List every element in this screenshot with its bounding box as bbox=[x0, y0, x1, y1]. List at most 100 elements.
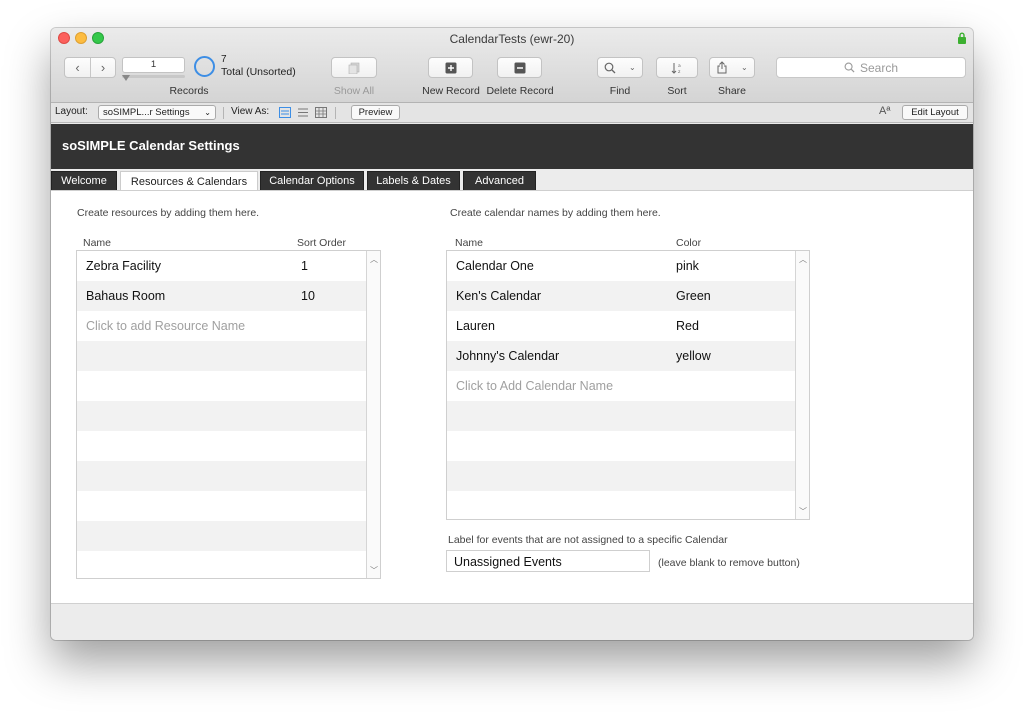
resources-sort-header: Sort Order bbox=[297, 237, 347, 249]
record-slider[interactable] bbox=[122, 75, 185, 78]
calendar-name[interactable]: Johnny's Calendar bbox=[456, 349, 559, 363]
lock-icon[interactable] bbox=[957, 32, 967, 44]
unassigned-label: Label for events that are not assigned t… bbox=[448, 534, 728, 546]
font-size-icon[interactable]: Aª bbox=[879, 105, 890, 117]
calendar-color[interactable]: Red bbox=[676, 319, 699, 333]
list-view-icon[interactable] bbox=[297, 107, 309, 118]
calendar-name[interactable]: Calendar One bbox=[456, 259, 534, 273]
show-all-label: Show All bbox=[333, 85, 375, 97]
empty-row bbox=[77, 461, 366, 491]
show-all-button[interactable] bbox=[331, 57, 377, 78]
empty-row bbox=[447, 461, 795, 491]
record-slider-thumb[interactable] bbox=[122, 75, 130, 81]
total-label: Total (Unsorted) bbox=[221, 66, 296, 78]
empty-row bbox=[447, 431, 795, 461]
layout-select-value: soSIMPL...r Settings bbox=[103, 107, 190, 118]
show-all-icon bbox=[348, 62, 360, 74]
layout-chevron-icon: ⌄ bbox=[204, 108, 211, 117]
svg-text:z: z bbox=[678, 70, 681, 74]
sort-label: Sort bbox=[667, 85, 687, 97]
layout-label: Layout: bbox=[55, 106, 88, 117]
resources-portal: Zebra Facility 1 Bahaus Room 10 Click to… bbox=[76, 250, 381, 579]
find-label: Find bbox=[609, 85, 631, 97]
scroll-up-icon[interactable]: ︿ bbox=[799, 254, 807, 265]
sort-icon: a z bbox=[671, 62, 681, 74]
resources-hint: Create resources by adding them here. bbox=[77, 207, 260, 219]
resource-sort-order[interactable]: 10 bbox=[301, 289, 315, 303]
table-row[interactable]: Johnny's Calendar yellow bbox=[447, 341, 795, 371]
new-record-label: New Record bbox=[422, 85, 480, 97]
calendar-color[interactable]: yellow bbox=[676, 349, 711, 363]
tab-advanced[interactable]: Advanced bbox=[463, 171, 536, 190]
previous-record-button[interactable]: ‹ bbox=[65, 58, 90, 77]
find-button[interactable]: ⌄ bbox=[597, 57, 643, 78]
scroll-down-icon[interactable]: ﹀ bbox=[799, 506, 807, 517]
svg-text:a: a bbox=[678, 64, 681, 69]
edit-layout-button[interactable]: Edit Layout bbox=[902, 105, 968, 120]
table-view-icon[interactable] bbox=[315, 107, 327, 118]
calendar-color[interactable]: pink bbox=[676, 259, 699, 273]
page-title: soSIMPLE Calendar Settings bbox=[62, 138, 240, 153]
layout-select[interactable]: soSIMPL...r Settings ⌄ bbox=[98, 105, 216, 120]
tab-welcome[interactable]: Welcome bbox=[51, 171, 117, 190]
resource-sort-order[interactable]: 1 bbox=[301, 259, 308, 273]
total-count: 7 bbox=[221, 54, 227, 65]
find-menu-chevron-icon[interactable]: ⌄ bbox=[629, 63, 636, 72]
add-calendar-placeholder[interactable]: Click to Add Calendar Name bbox=[456, 379, 613, 393]
share-button[interactable]: ⌄ bbox=[709, 57, 755, 78]
share-label: Share bbox=[717, 85, 747, 97]
minus-icon bbox=[514, 62, 525, 73]
view-as-label: View As: bbox=[231, 106, 270, 117]
add-resource-row[interactable]: Click to add Resource Name bbox=[77, 311, 366, 341]
share-menu-chevron-icon[interactable]: ⌄ bbox=[741, 63, 748, 72]
form-view-icon[interactable] bbox=[279, 107, 291, 118]
resource-name[interactable]: Bahaus Room bbox=[86, 289, 165, 303]
records-label: Records bbox=[169, 85, 209, 97]
empty-row bbox=[77, 491, 366, 521]
empty-row bbox=[447, 491, 795, 519]
tab-resources-calendars[interactable]: Resources & Calendars bbox=[120, 171, 258, 191]
empty-row bbox=[77, 371, 366, 401]
empty-row bbox=[77, 431, 366, 461]
table-row[interactable]: Ken's Calendar Green bbox=[447, 281, 795, 311]
record-number-field[interactable]: 1 bbox=[122, 57, 185, 73]
next-record-button[interactable]: › bbox=[89, 58, 115, 77]
record-nav-group: ‹ › bbox=[64, 57, 116, 78]
found-set-ring-icon bbox=[194, 56, 215, 77]
tab-calendar-options[interactable]: Calendar Options bbox=[260, 171, 364, 190]
preview-button[interactable]: Preview bbox=[351, 105, 400, 120]
sort-button[interactable]: a z bbox=[656, 57, 698, 78]
plus-icon bbox=[445, 62, 456, 73]
search-placeholder: Search bbox=[859, 60, 899, 75]
calendar-color[interactable]: Green bbox=[676, 289, 711, 303]
calendars-color-header: Color bbox=[676, 237, 702, 249]
scroll-down-icon[interactable]: ﹀ bbox=[370, 565, 378, 576]
add-resource-placeholder[interactable]: Click to add Resource Name bbox=[86, 319, 245, 333]
empty-row bbox=[447, 401, 795, 431]
table-row[interactable]: Lauren Red bbox=[447, 311, 795, 341]
calendars-name-header: Name bbox=[455, 237, 484, 249]
delete-record-label: Delete Record bbox=[486, 85, 554, 97]
tab-content: Create resources by adding them here. Na… bbox=[51, 190, 973, 604]
table-row[interactable]: Bahaus Room 10 bbox=[77, 281, 366, 311]
empty-row bbox=[77, 341, 366, 371]
calendars-hint: Create calendar names by adding them her… bbox=[450, 207, 661, 219]
search-input[interactable]: Search bbox=[776, 57, 966, 78]
add-calendar-row[interactable]: Click to Add Calendar Name bbox=[447, 371, 795, 401]
empty-row bbox=[77, 551, 366, 578]
scroll-up-icon[interactable]: ︿ bbox=[370, 254, 378, 265]
calendar-name[interactable]: Ken's Calendar bbox=[456, 289, 541, 303]
new-record-button[interactable] bbox=[428, 57, 473, 78]
calendar-name[interactable]: Lauren bbox=[456, 319, 495, 333]
unassigned-events-field[interactable]: Unassigned Events bbox=[446, 550, 650, 572]
layout-bar: Layout: soSIMPL...r Settings ⌄ View As: … bbox=[51, 103, 973, 123]
resources-scrollbar[interactable]: ︿ ﹀ bbox=[366, 251, 380, 578]
tab-labels-dates[interactable]: Labels & Dates bbox=[367, 171, 460, 190]
calendars-scrollbar[interactable]: ︿ ﹀ bbox=[795, 251, 809, 519]
app-window: CalendarTests (ewr-20) ‹ › 1 7 Total (Un… bbox=[51, 28, 973, 640]
delete-record-button[interactable] bbox=[497, 57, 542, 78]
table-row[interactable]: Zebra Facility 1 bbox=[77, 251, 366, 281]
table-row[interactable]: Calendar One pink bbox=[447, 251, 795, 281]
share-icon bbox=[717, 61, 727, 74]
resource-name[interactable]: Zebra Facility bbox=[86, 259, 161, 273]
